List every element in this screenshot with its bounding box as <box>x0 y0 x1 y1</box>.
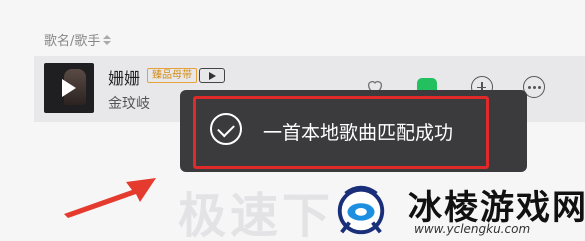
album-cover[interactable] <box>44 63 94 113</box>
toast-message: 一首本地歌曲匹配成功 <box>263 122 454 144</box>
sort-icon[interactable] <box>103 34 112 45</box>
song-artist-column-label[interactable]: 歌名/歌手 <box>44 30 100 49</box>
watermark: 冰棱游戏网 www.yclengku.com <box>326 176 585 241</box>
play-icon[interactable] <box>62 79 76 97</box>
song-title[interactable]: 姗姗 <box>108 65 140 89</box>
background-heading: 极速下 <box>178 188 335 241</box>
mv-icon[interactable] <box>199 68 225 83</box>
list-header[interactable]: 歌名/歌手 <box>44 30 112 49</box>
red-arrow-icon <box>64 178 156 218</box>
song-artist[interactable]: 金玟岐 <box>108 93 150 113</box>
quality-badge: 臻品母带 <box>147 68 197 83</box>
watermark-logo <box>337 185 385 235</box>
watermark-url: www.yclengku.com <box>414 222 531 236</box>
success-check-icon <box>210 113 242 145</box>
